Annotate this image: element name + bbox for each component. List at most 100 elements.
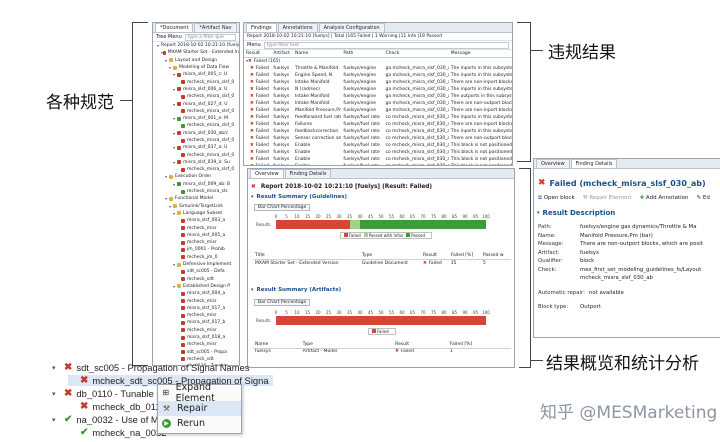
- tree-row[interactable]: ▾ misra_slsf_027_d: U: [153, 100, 239, 107]
- tree-row[interactable]: misra_slsf_018_a: [153, 334, 239, 341]
- tree-row[interactable]: misra_slsf_017_b: [153, 319, 239, 326]
- column-header[interactable]: Artifact: [271, 50, 293, 58]
- table-row[interactable]: ✖ Failed fuelsys feedbackcorrection fuelsys/…: [244, 128, 512, 135]
- tree-row[interactable]: misra_slsf_005_a: [153, 232, 239, 239]
- table-row[interactable]: ✖ Failed fuelsys feedforward fuel rate fuels…: [244, 114, 512, 121]
- table-row[interactable]: ✖ Failed fuelsys N (rad/sec) fuelsys/engine g…: [244, 86, 512, 93]
- tree-row[interactable]: ▾ ✖ sdt_sc005 - Propagation of Signal Name…: [52, 362, 249, 373]
- tree-row[interactable]: mcheck_misra_slsf_0: [153, 78, 239, 85]
- tree-filter-input[interactable]: type a filter que: [184, 33, 236, 41]
- bar-failed[interactable]: [276, 220, 350, 229]
- table-row[interactable]: ✖ Failed fuelsys Enable fuelsys/fuel rate co …: [244, 163, 512, 166]
- column-header[interactable]: Title: [253, 252, 360, 260]
- column-header[interactable]: Message: [448, 50, 512, 58]
- column-header[interactable]: Check: [383, 50, 449, 58]
- column-header[interactable]: Result: [393, 340, 448, 349]
- tree-row[interactable]: mcheck_misra_slsf_0: [153, 137, 239, 144]
- table-row[interactable]: ✖ Failed fuelsys Intake Manifold fuelsys/eng…: [244, 93, 512, 100]
- tree-row[interactable]: ▾ Report 2018-10-02 10:21:10 [fuelys: [153, 42, 239, 49]
- tree-row[interactable]: mcheck_jm_0: [153, 254, 239, 261]
- tree-row[interactable]: mcheck_misr: [153, 224, 239, 231]
- tree-row[interactable]: ▾ Layout and Design: [153, 57, 239, 64]
- tree-row[interactable]: ▾ Defensive Implement: [153, 261, 239, 268]
- chevron-down-icon[interactable]: [68, 377, 76, 384]
- tree-row[interactable]: misra_slsf_003_a: [153, 217, 239, 224]
- tree-row[interactable]: mcheck_misr: [153, 239, 239, 246]
- table-row[interactable]: ✖ Failed fuelsys Failures fuelsys/fuel rate c…: [244, 121, 512, 128]
- tree-row[interactable]: ▾ Simulink/TargetLink: [153, 203, 239, 210]
- tree-row[interactable]: ▾ MXAM Starter Set - Extended In: [153, 49, 239, 56]
- table-row[interactable]: ✖ Failed fuelsys Intake Manifold fuelsys/eng…: [244, 100, 512, 107]
- table-row[interactable]: ✖ Failed fuelsys Throttle & Manifold fuelsys…: [244, 65, 512, 72]
- column-header[interactable]: Type: [359, 252, 421, 260]
- chevron-down-icon[interactable]: ▾: [52, 390, 60, 398]
- tree-row[interactable]: ▾ ✔ na_0032 - Use of Merg: [52, 414, 172, 425]
- tree-row[interactable]: mcheck_misra_slsf_0: [153, 166, 239, 173]
- tab-finding-details-2[interactable]: Finding Details: [570, 159, 618, 168]
- tree-row[interactable]: mcheck_sdt: [153, 276, 239, 283]
- tree-row[interactable]: ▾ ✖ db_0110 - Tunable Pa: [52, 388, 168, 399]
- artifacts-section-title[interactable]: ▾ Result Summary (Artifacts): [248, 285, 514, 295]
- tree-row[interactable]: mcheck_misra_slsf_0: [153, 108, 239, 115]
- table-row[interactable]: ✖ Failed fuelsys Engine Speed, Nfuelsys/eng…: [244, 72, 512, 79]
- table-row[interactable]: fuelsys Artifact - Model ✖ Failed 1: [253, 348, 511, 355]
- tree-row[interactable]: jm_0001 - Prohib: [153, 246, 239, 253]
- tree-row[interactable]: ▾ misra_slsf_030_ab/c: [153, 130, 239, 137]
- table-row[interactable]: ✖ Failed fuelsys Intake Manifold fuelsys/eng…: [244, 79, 512, 86]
- chevron-down-icon[interactable]: [68, 429, 76, 436]
- tab-finding-details[interactable]: Finding Details: [284, 169, 332, 178]
- guidelines-chart-select[interactable]: Bar Chart Percentage: [254, 204, 311, 211]
- repair-element-button[interactable]: ⚒ Repair Element: [583, 195, 632, 202]
- findings-filter-input[interactable]: type filter text: [263, 41, 509, 49]
- column-header[interactable]: Path: [341, 50, 384, 58]
- guidelines-section-title[interactable]: ▾ Result Summary (Guidelines): [248, 192, 514, 202]
- tab-analysis-configuration[interactable]: Analysis Configuration: [318, 23, 385, 32]
- tree-row[interactable]: mcheck_misra_slsf_0: [153, 151, 239, 158]
- table-row[interactable]: ✖ Failed fuelsys Enable fuelsys/fuel rate co …: [244, 156, 512, 163]
- table-row[interactable]: ✖ Failed fuelsys Enable fuelsys/fuel rate co …: [244, 149, 512, 156]
- tree-row[interactable]: sdt_sc005 - Defa: [153, 268, 239, 275]
- tab-artifact-nav[interactable]: *Artifact Nav: [194, 23, 237, 32]
- bar-passed[interactable]: [360, 220, 486, 229]
- tree-row[interactable]: ✖ mcheck_db_0110: [68, 401, 166, 412]
- tree-row[interactable]: ▾ misra_slsf_006_a: U: [153, 86, 239, 93]
- chevron-down-icon[interactable]: [68, 403, 76, 410]
- tree-row[interactable]: ▾ misra_slsf_005_c: U: [153, 71, 239, 78]
- tab-overview[interactable]: Overview: [250, 169, 284, 178]
- tree-row[interactable]: ▾ misra_slsf_037_a: U: [153, 144, 239, 151]
- table-row[interactable]: ✖ Failed fuelsys Sensor correction and fuels…: [244, 135, 512, 142]
- menu-item-expand-element[interactable]: ⊞ Expand Element: [158, 382, 241, 404]
- artifacts-chart-select[interactable]: Bar Chart Percentage: [254, 298, 311, 306]
- tree-row[interactable]: ▾ Modeling of Data Flow: [153, 64, 239, 71]
- tab-findings[interactable]: Findings: [246, 23, 277, 32]
- table-row[interactable]: ✖ Failed fuelsys Manifold Pressure,Pm fuelsy…: [244, 107, 512, 114]
- column-header[interactable]: Name: [253, 340, 301, 349]
- tree-row[interactable]: sdt_sc005 - Propa: [153, 348, 239, 355]
- column-header[interactable]: Passed w: [480, 252, 511, 260]
- bar-passed-with-infos[interactable]: [349, 220, 360, 229]
- tree-row[interactable]: misra_slsf_004_a: [153, 290, 239, 297]
- chevron-down-icon[interactable]: ▾: [52, 364, 60, 372]
- column-header[interactable]: Result: [244, 50, 272, 58]
- column-header[interactable]: Failed [%]: [447, 340, 511, 349]
- tree-row[interactable]: ▾ Language Subset: [153, 210, 239, 217]
- table-row[interactable]: MXAM Starter Set - Extended Version Guide…: [253, 260, 511, 267]
- tree-row[interactable]: mcheck_misr: [153, 297, 239, 304]
- table-row[interactable]: ✖ Failed fuelsys Enable fuelsys/fuel rate co …: [244, 142, 512, 149]
- findings-menu-button[interactable]: Menu: [247, 42, 261, 48]
- tree-row[interactable]: mcheck_misra_slsf_0: [153, 93, 239, 100]
- tree-row[interactable]: ▾ misra_slsf_039_a: Su: [153, 159, 239, 166]
- tree-row[interactable]: ▾ misra_slsf_001_e: M: [153, 115, 239, 122]
- menu-item-rerun[interactable]: ▶ Rerun: [158, 416, 241, 432]
- tree-row[interactable]: mcheck_misr: [153, 341, 239, 348]
- tab-document[interactable]: *Document: [155, 23, 194, 32]
- chevron-down-icon[interactable]: ▾: [52, 416, 60, 424]
- tree-row[interactable]: mcheck_misra_sls: [153, 188, 239, 195]
- tree-row[interactable]: ▾ misra_slsf_009_ab: B: [153, 181, 239, 188]
- column-header[interactable]: Result: [420, 252, 449, 260]
- bar-failed[interactable]: [276, 315, 486, 325]
- twisty-icon[interactable]: ▾: [157, 43, 159, 48]
- tab-overview-2[interactable]: Overview: [536, 159, 570, 168]
- result-description-title[interactable]: ▾ Result Description: [534, 205, 720, 219]
- tree-row[interactable]: ▾ Established Design P: [153, 283, 239, 290]
